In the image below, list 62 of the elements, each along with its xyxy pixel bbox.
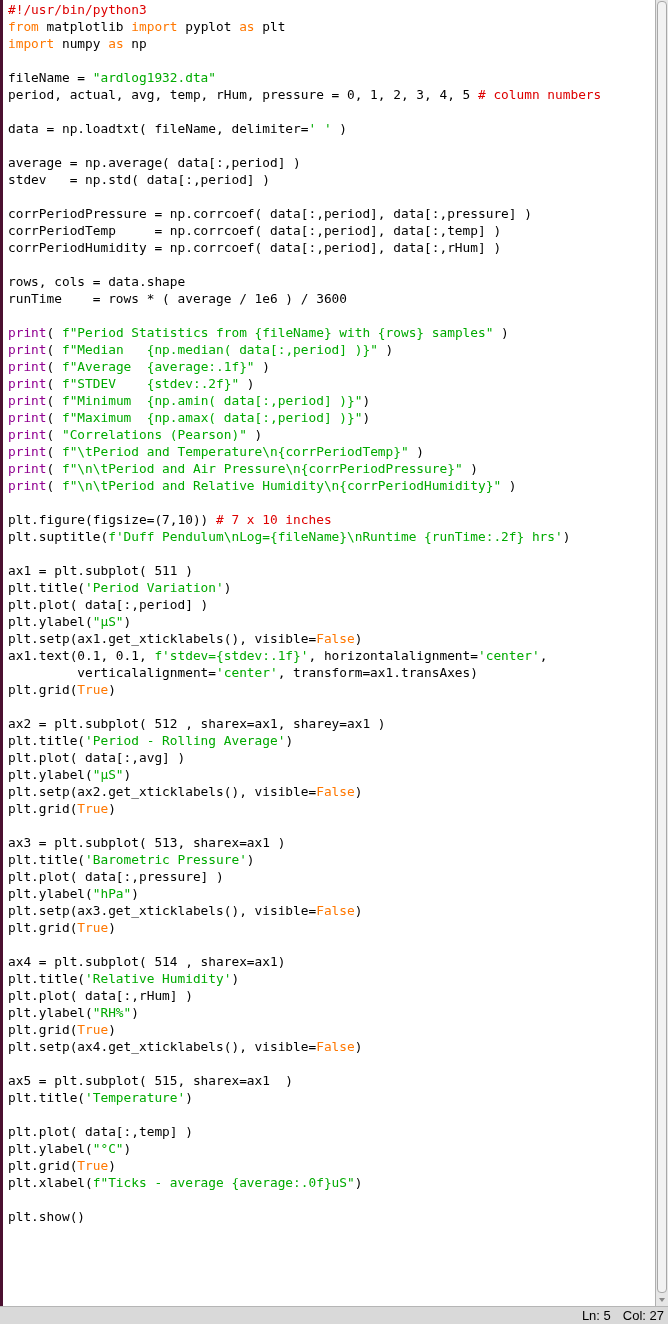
code-line: plt.title('Barometric Pressure') xyxy=(8,851,255,868)
code-line: print( f"\n\tPeriod and Air Pressure\n{corrPeriodPressure}" ) xyxy=(8,460,478,477)
code-line: plt.title('Relative Humidity') xyxy=(8,970,240,987)
code-line: plt.ylabel("°C") xyxy=(8,1140,132,1157)
code-line: period, actual, avg, temp, rHum, pressure = 0, 1, 2, 3, 4, 5 # column numbers xyxy=(8,86,602,103)
code-line: plt.setp(ax2.get_xticklabels(), visible=False) xyxy=(8,783,363,800)
code-line: data = np.loadtxt( fileName, delimiter=' ' ) xyxy=(8,120,348,137)
code-line: plt.title('Period Variation') xyxy=(8,579,232,596)
code-line: from matplotlib import pyplot as plt xyxy=(8,18,286,35)
code-line: corrPeriodHumidity = np.corrcoef( data[:,period], data[:,rHum] ) xyxy=(8,239,502,256)
scrollbar-thumb[interactable] xyxy=(657,1,667,1293)
code-line: #!/usr/bin/python3 xyxy=(8,1,147,18)
code-line: plt.show() xyxy=(8,1208,86,1225)
code-line: print( f"\tPeriod and Temperature\n{corrPeriodTemp}" ) xyxy=(8,443,425,460)
code-line: import numpy as np xyxy=(8,35,147,52)
code-line: print( f"Median {np.median( data[:,period] )}" ) xyxy=(8,341,394,358)
code-line: ax5 = plt.subplot( 515, sharex=ax1 ) xyxy=(8,1072,294,1089)
code-line: stdev = np.std( data[:,period] ) xyxy=(8,171,270,188)
code-line: ax3 = plt.subplot( 513, sharex=ax1 ) xyxy=(8,834,286,851)
code-line: plt.title('Period - Rolling Average') xyxy=(8,732,294,749)
code-line: plt.setp(ax1.get_xticklabels(), visible=False) xyxy=(8,630,363,647)
code-line: print( f"Minimum {np.amin( data[:,period] )}") xyxy=(8,392,371,409)
code-line: plt.plot( data[:,pressure] ) xyxy=(8,868,224,885)
code-line: plt.ylabel("μS") xyxy=(8,766,132,783)
code-line: plt.xlabel(f"Ticks - average {average:.0f}uS") xyxy=(8,1174,363,1191)
code-line: print( "Correlations (Pearson)" ) xyxy=(8,426,263,443)
code-line: plt.setp(ax3.get_xticklabels(), visible=False) xyxy=(8,902,363,919)
code-line: plt.plot( data[:,period] ) xyxy=(8,596,209,613)
code-line: corrPeriodTemp = np.corrcoef( data[:,period], data[:,temp] ) xyxy=(8,222,502,239)
code-line: average = np.average( data[:,period] ) xyxy=(8,154,301,171)
code-line: print( f"Period Statistics from {fileName} with {rows} samples" ) xyxy=(8,324,509,341)
code-line: plt.grid(True) xyxy=(8,800,116,817)
code-line: print( f"Average {average:.1f}" ) xyxy=(8,358,270,375)
code-line: ax4 = plt.subplot( 514 , sharex=ax1) xyxy=(8,953,286,970)
code-line: plt.ylabel("hPa") xyxy=(8,885,139,902)
code-line: plt.suptitle(f'Duff Pendulum\nLog={fileName}\nRuntime {runTime:.2f} hrs') xyxy=(8,528,571,545)
code-line: plt.ylabel("RH%") xyxy=(8,1004,139,1021)
code-line: ax1 = plt.subplot( 511 ) xyxy=(8,562,193,579)
code-line: rows, cols = data.shape xyxy=(8,273,186,290)
code-line: fileName = "ardlog1932.dta" xyxy=(8,69,217,86)
scrollbar[interactable] xyxy=(655,0,668,1306)
code-line: plt.grid(True) xyxy=(8,681,116,698)
code-line: ax2 = plt.subplot( 512 , sharex=ax1, sharey=ax1 ) xyxy=(8,715,386,732)
line-number-status: Ln: 5 xyxy=(581,1306,611,1324)
code-line: print( f"Maximum {np.amax( data[:,period] )}") xyxy=(8,409,371,426)
code-line: plt.title('Temperature') xyxy=(8,1089,193,1106)
code-line: plt.setp(ax4.get_xticklabels(), visible=False) xyxy=(8,1038,363,1055)
code-line: plt.ylabel("μS") xyxy=(8,613,132,630)
column-number-status: Col: 27 xyxy=(622,1306,664,1324)
code-line: plt.grid(True) xyxy=(8,919,116,936)
code-line: plt.grid(True) xyxy=(8,1157,116,1174)
code-line: print( f"\n\tPeriod and Relative Humidity\n{corrPeriodHumidity}" ) xyxy=(8,477,517,494)
code-line: ax1.text(0.1, 0.1, f'stdev={stdev:.1f}', horizontalalignment='center', xyxy=(8,647,548,664)
code-line: plt.grid(True) xyxy=(8,1021,116,1038)
code-line: runTime = rows * ( average / 1e6 ) / 3600 xyxy=(8,290,347,307)
code-line: plt.plot( data[:,temp] ) xyxy=(8,1123,193,1140)
code-line: verticalalignment='center', transform=ax1.transAxes) xyxy=(76,664,478,681)
code-line: print( f"STDEV {stdev:.2f}" ) xyxy=(8,375,255,392)
code-line: plt.plot( data[:,avg] ) xyxy=(8,749,186,766)
code-line: plt.figure(figsize=(7,10)) # 7 x 10 inches xyxy=(8,511,332,528)
code-line: corrPeriodPressure = np.corrcoef( data[:,period], data[:,pressure] ) xyxy=(8,205,532,222)
code-line: plt.plot( data[:,rHum] ) xyxy=(8,987,193,1004)
